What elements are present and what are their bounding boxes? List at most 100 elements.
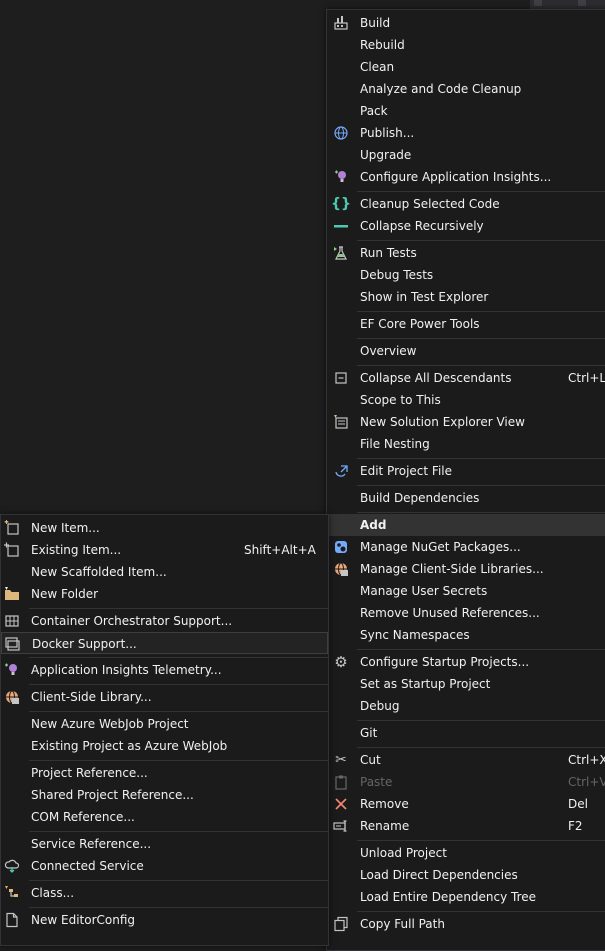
- menu-item-debug[interactable]: Debug: [327, 695, 605, 717]
- menu-item-analyze-cleanup[interactable]: Analyze and Code Cleanup: [327, 78, 605, 100]
- menu-item-paste[interactable]: Paste Ctrl+V: [327, 771, 605, 793]
- menu-item-rebuild[interactable]: Rebuild: [327, 34, 605, 56]
- copy-icon: [333, 916, 349, 932]
- menu-separator: [29, 760, 328, 761]
- menu-item-new-solution-explorer-view[interactable]: New Solution Explorer View: [327, 411, 605, 433]
- menu-item-unload-project[interactable]: Unload Project: [327, 842, 605, 864]
- menu-item-label: Build: [360, 16, 391, 30]
- menu-item-set-startup-project[interactable]: Set as Startup Project: [327, 673, 605, 695]
- menu-item-manage-client-side-libraries[interactable]: Manage Client-Side Libraries...: [327, 558, 605, 580]
- edit-file-icon: [333, 463, 349, 479]
- submenu-item-docker-support[interactable]: Docker Support...: [1, 632, 328, 654]
- submenu-item-connected-service[interactable]: Connected Service: [1, 855, 328, 877]
- menu-item-label: New Solution Explorer View: [360, 415, 525, 429]
- menu-item-load-entire-dependency-tree[interactable]: Load Entire Dependency Tree: [327, 886, 605, 908]
- dash-icon: [333, 218, 349, 234]
- menu-item-collapse-recursively[interactable]: Collapse Recursively: [327, 215, 605, 237]
- build-icon: [333, 15, 349, 31]
- menu-item-copy-full-path[interactable]: Copy Full Path: [327, 913, 605, 935]
- menu-item-label: Cleanup Selected Code: [360, 197, 500, 211]
- menu-separator: [29, 907, 328, 908]
- menu-item-label: Shared Project Reference...: [31, 788, 194, 802]
- menu-item-label: Edit Project File: [360, 464, 453, 478]
- menu-item-label: New Scaffolded Item...: [31, 565, 167, 579]
- menu-separator: [357, 747, 605, 748]
- menu-item-cleanup-selected-code[interactable]: {} Cleanup Selected Code: [327, 193, 605, 215]
- submenu-item-service-reference[interactable]: Service Reference...: [1, 833, 328, 855]
- scissors-icon: ✂: [335, 752, 347, 768]
- submenu-item-new-editorconfig[interactable]: New EditorConfig: [1, 909, 328, 931]
- submenu-item-new-folder[interactable]: New Folder: [1, 583, 328, 605]
- menu-item-manage-user-secrets[interactable]: Manage User Secrets: [327, 580, 605, 602]
- menu-item-label: Existing Item...: [31, 543, 122, 557]
- menu-item-label: New EditorConfig: [31, 913, 136, 927]
- menu-item-build[interactable]: Build: [327, 12, 605, 34]
- menu-item-file-nesting[interactable]: File Nesting: [327, 433, 605, 455]
- menu-item-remove[interactable]: Remove Del: [327, 793, 605, 815]
- menu-item-collapse-all-descendants[interactable]: Collapse All Descendants Ctrl+Le: [327, 367, 605, 389]
- menu-separator: [357, 365, 605, 366]
- clipboard-icon: [333, 774, 349, 790]
- menu-item-clean[interactable]: Clean: [327, 56, 605, 78]
- submenu-item-app-insights-telemetry[interactable]: Application Insights Telemetry...: [1, 659, 328, 681]
- menu-item-upgrade[interactable]: Upgrade: [327, 144, 605, 166]
- submenu-item-shared-project-reference[interactable]: Shared Project Reference...: [1, 784, 328, 806]
- menu-item-edit-project-file[interactable]: Edit Project File: [327, 460, 605, 482]
- menu-item-manage-nuget[interactable]: Manage NuGet Packages...: [327, 536, 605, 558]
- menu-item-label: Connected Service: [31, 859, 144, 873]
- x-icon: [333, 796, 349, 812]
- container-icon: [4, 613, 20, 629]
- menu-separator: [357, 649, 605, 650]
- menu-item-label: Git: [360, 726, 378, 740]
- menu-item-label: Set as Startup Project: [360, 677, 491, 691]
- submenu-item-new-azure-webjob[interactable]: New Azure WebJob Project: [1, 713, 328, 735]
- menu-item-load-direct-dependencies[interactable]: Load Direct Dependencies: [327, 864, 605, 886]
- menu-item-label: Scope to This: [360, 393, 441, 407]
- menu-item-git[interactable]: Git: [327, 722, 605, 744]
- submenu-item-new-scaffolded-item[interactable]: New Scaffolded Item...: [1, 561, 328, 583]
- menu-item-rename[interactable]: Rename F2: [327, 815, 605, 837]
- menu-item-debug-tests[interactable]: Debug Tests: [327, 264, 605, 286]
- submenu-item-client-side-library[interactable]: Client-Side Library...: [1, 686, 328, 708]
- menu-separator: [29, 711, 328, 712]
- docker-icon: [5, 636, 21, 652]
- menu-item-run-tests[interactable]: Run Tests: [327, 242, 605, 264]
- lightbulb-icon: [4, 662, 20, 678]
- submenu-item-project-reference[interactable]: Project Reference...: [1, 762, 328, 784]
- class-icon: [4, 885, 20, 901]
- menu-item-add[interactable]: Add: [327, 514, 605, 536]
- menu-item-label: Publish...: [360, 126, 415, 140]
- submenu-item-existing-item[interactable]: Existing Item... Shift+Alt+A: [1, 539, 328, 561]
- menu-item-label: Build Dependencies: [360, 491, 480, 505]
- menu-item-pack[interactable]: Pack: [327, 100, 605, 122]
- menu-item-sync-namespaces[interactable]: Sync Namespaces: [327, 624, 605, 646]
- menu-item-label: Load Direct Dependencies: [360, 868, 518, 882]
- menu-separator: [29, 608, 328, 609]
- menu-item-cut[interactable]: ✂ Cut Ctrl+X: [327, 749, 605, 771]
- shortcut-text: Ctrl+Le: [568, 371, 605, 385]
- menu-item-label: Remove: [360, 797, 409, 811]
- menu-item-publish[interactable]: Publish...: [327, 122, 605, 144]
- menu-item-label: Service Reference...: [31, 837, 152, 851]
- menu-item-label: File Nesting: [360, 437, 430, 451]
- menu-item-label: Cut: [360, 753, 381, 767]
- menu-item-overview[interactable]: Overview: [327, 340, 605, 362]
- menu-item-remove-unused-references[interactable]: Remove Unused References...: [327, 602, 605, 624]
- menu-item-label: Clean: [360, 60, 395, 74]
- rename-icon: [333, 818, 349, 834]
- menu-item-label: Container Orchestrator Support...: [31, 614, 233, 628]
- submenu-item-existing-project-webjob[interactable]: Existing Project as Azure WebJob: [1, 735, 328, 757]
- submenu-item-com-reference[interactable]: COM Reference...: [1, 806, 328, 828]
- menu-item-configure-app-insights[interactable]: Configure Application Insights...: [327, 166, 605, 188]
- submenu-item-new-item[interactable]: New Item...: [1, 517, 328, 539]
- menu-item-label: Configure Startup Projects...: [360, 655, 530, 669]
- menu-item-configure-startup-projects[interactable]: ⚙ Configure Startup Projects...: [327, 651, 605, 673]
- menu-item-label: Unload Project: [360, 846, 447, 860]
- menu-item-ef-core-power-tools[interactable]: EF Core Power Tools: [327, 313, 605, 335]
- menu-item-label: New Azure WebJob Project: [31, 717, 189, 731]
- submenu-item-class[interactable]: Class...: [1, 882, 328, 904]
- menu-item-build-dependencies[interactable]: Build Dependencies: [327, 487, 605, 509]
- menu-item-show-test-explorer[interactable]: Show in Test Explorer: [327, 286, 605, 308]
- submenu-item-container-orchestrator-support[interactable]: Container Orchestrator Support...: [1, 610, 328, 632]
- menu-item-scope-to-this[interactable]: Scope to This: [327, 389, 605, 411]
